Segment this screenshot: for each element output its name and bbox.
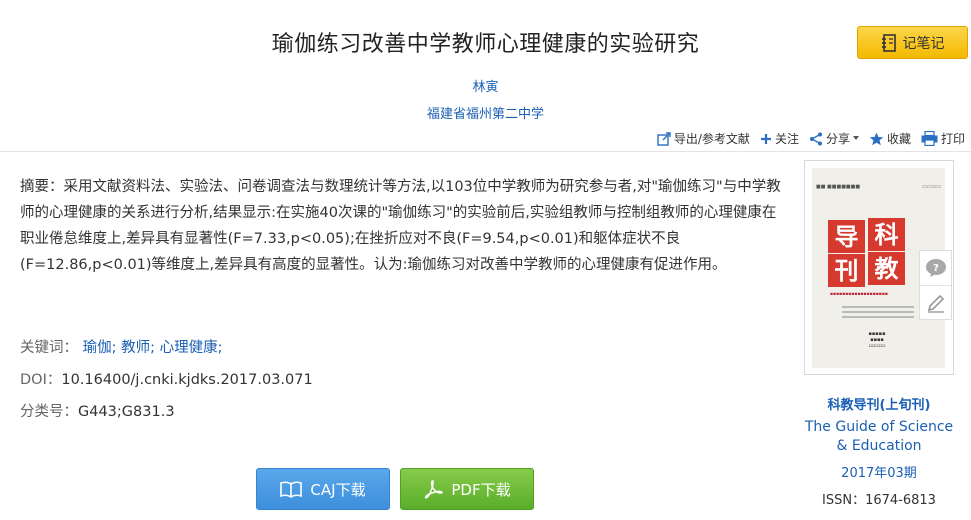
printer-icon	[921, 131, 938, 146]
cover-logo-tile: 导	[828, 220, 865, 253]
keywords-row: 关键词： 瑜伽; 教师; 心理健康;	[20, 336, 223, 357]
pdf-download-button[interactable]: PDF下载	[400, 468, 534, 510]
follow-button[interactable]: 关注	[760, 130, 799, 147]
notebook-icon	[881, 33, 896, 52]
classification-label: 分类号：	[20, 404, 78, 420]
journal-english-name-link[interactable]: The Guide of Science & Education	[804, 418, 954, 456]
export-reference-button[interactable]: 导出/参考文献	[657, 130, 750, 147]
doi-label: DOI：	[20, 372, 62, 388]
cover-issue-mark: ▪▪▪▪▪ ▪▪▪▪ ▫▫▫▫▫	[868, 331, 886, 349]
take-note-button[interactable]: 记笔记	[857, 26, 968, 59]
export-icon	[657, 131, 671, 146]
question-bubble-icon: ?	[925, 259, 946, 277]
pencil-icon	[927, 294, 944, 313]
caj-download-button[interactable]: CAJ下载	[256, 468, 390, 510]
keyword-link[interactable]: 瑜伽;	[83, 340, 117, 356]
open-book-icon	[280, 481, 303, 498]
take-note-label: 记笔记	[902, 35, 945, 52]
share-icon	[809, 132, 822, 145]
pdf-icon	[425, 480, 444, 499]
journal-issue-link[interactable]: 2017年03期	[804, 462, 954, 481]
journal-cover-logo: 导 科 刊 教	[828, 218, 908, 288]
cover-logo-tile: 教	[868, 252, 905, 285]
article-title: 瑜伽练习改善中学教师心理健康的实验研究	[271, 32, 700, 57]
cover-header-mark: ■■ ■■■■■■■	[816, 184, 861, 190]
keyword-link[interactable]: 教师;	[121, 340, 155, 356]
abstract-text: 摘要：采用文献资料法、实验法、问卷调查法与数理统计等方法,以103位中学教师为研…	[20, 179, 781, 273]
cover-subtitle-mark: ▪▪▪▪▪▪▪▪▪▪▪▪▪▪▪▪▪▪▪	[830, 292, 888, 297]
pdf-download-label: PDF下载	[451, 480, 511, 499]
doi-row: DOI：10.16400/j.cnki.kjdks.2017.03.071	[20, 368, 313, 389]
doi-value: 10.16400/j.cnki.kjdks.2017.03.071	[61, 372, 313, 388]
print-button[interactable]: 打印	[921, 130, 965, 147]
author-link[interactable]: 林寅	[0, 76, 971, 95]
share-label: 分享	[825, 132, 850, 146]
print-label: 打印	[940, 132, 965, 146]
journal-issn: ISSN：1674-6813	[822, 493, 936, 508]
favorite-label: 收藏	[886, 132, 911, 146]
journal-name-link[interactable]: 科教导刊(上旬刊)	[804, 394, 954, 413]
edit-note-button[interactable]	[920, 286, 951, 320]
follow-label: 关注	[774, 132, 799, 146]
organization-link[interactable]: 福建省福州第二中学	[0, 103, 971, 122]
feedback-button[interactable]: ?	[920, 251, 951, 286]
cover-logo-tile: 刊	[828, 254, 865, 287]
classification-value: G443;G831.3	[78, 404, 175, 420]
cover-text-lines	[842, 306, 914, 321]
side-tools-panel: ?	[919, 250, 952, 320]
keywords-label: 关键词：	[20, 340, 78, 356]
classification-row: 分类号：G443;G831.3	[20, 400, 175, 421]
favorite-button[interactable]: 收藏	[869, 130, 911, 147]
chevron-down-icon	[852, 136, 859, 140]
article-action-bar: 导出/参考文献 关注 分享 收藏 打印	[657, 130, 965, 147]
svg-text:?: ?	[933, 263, 939, 274]
cover-logo-tile: 科	[868, 218, 905, 251]
star-icon	[869, 132, 884, 145]
cover-header-mark: ▭▭▭▭	[922, 184, 941, 190]
share-button[interactable]: 分享	[809, 130, 859, 147]
export-label: 导出/参考文献	[673, 132, 750, 146]
plus-icon	[760, 133, 771, 144]
header-divider	[0, 151, 971, 152]
keyword-link[interactable]: 心理健康;	[160, 340, 223, 356]
caj-download-label: CAJ下载	[310, 480, 366, 499]
